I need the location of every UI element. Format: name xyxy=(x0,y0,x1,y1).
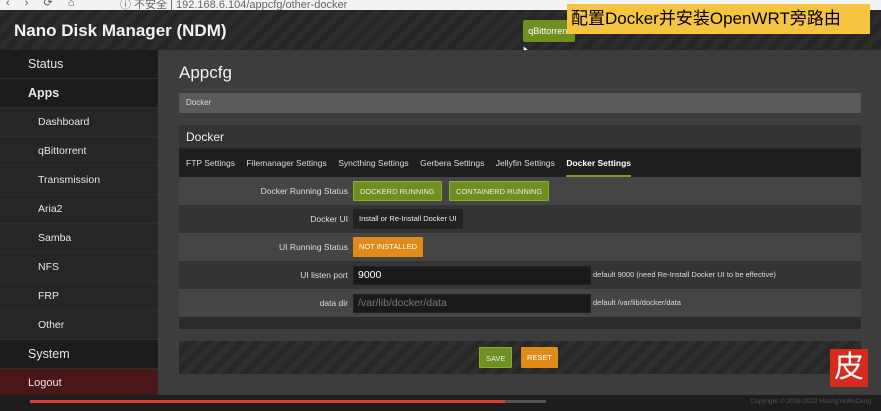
data-dir-label: data dir xyxy=(319,298,348,308)
reset-button[interactable]: RESET xyxy=(521,347,559,368)
sidebar-item-other[interactable]: Other xyxy=(0,311,158,340)
video-progress-bar[interactable] xyxy=(30,400,546,403)
docker-running-status-label: Docker Running Status xyxy=(260,186,348,196)
docker-running-status-row: Docker Running Status DOCKERD RUNNING CO… xyxy=(179,177,861,205)
tab-jellyfin-settings[interactable]: Jellyfin Settings xyxy=(496,149,555,177)
install-docker-ui-button[interactable]: Install or Re-Install Docker UI xyxy=(353,209,463,229)
docker-ui-row: Docker UI Install or Re-Install Docker U… xyxy=(179,205,861,233)
data-dir-input[interactable]: /var/lib/docker/data xyxy=(353,294,591,313)
sidebar-item-qbittorrent[interactable]: qBittorrent xyxy=(0,137,158,166)
sidebar-item-transmission[interactable]: Transmission xyxy=(0,166,158,195)
sidebar-item-aria2[interactable]: Aria2 xyxy=(0,195,158,224)
tab-ftp-settings[interactable]: FTP Settings xyxy=(186,149,235,177)
dockerd-status-badge: DOCKERD RUNNING xyxy=(353,181,442,201)
sidebar-item-nfs[interactable]: NFS xyxy=(0,253,158,282)
ui-status-badge: NOT INSTALLED xyxy=(353,237,424,257)
data-dir-row: data dir /var/lib/docker/data default /v… xyxy=(179,289,861,317)
sidebar-item-samba[interactable]: Samba xyxy=(0,224,158,253)
main-content: Appcfg Docker Docker FTP Settings Filema… xyxy=(158,50,881,395)
brand-title: Nano Disk Manager (NDM) xyxy=(14,21,227,40)
ui-running-status-row: UI Running Status NOT INSTALLED xyxy=(179,233,861,261)
video-caption-overlay: 配置Docker并安装OpenWRT旁路由 xyxy=(567,4,870,34)
sidebar: Status Apps Dashboard qBittorrent Transm… xyxy=(0,50,158,398)
panel-title: Docker xyxy=(179,125,861,149)
breadcrumb: Docker xyxy=(179,93,861,113)
footer: Copyright © 2018-2022 HuangYeWuCeng xyxy=(0,395,881,411)
page-title: Appcfg xyxy=(179,63,232,82)
docker-panel: Docker FTP Settings Filemanager Settings… xyxy=(179,125,861,329)
settings-tabs: FTP Settings Filemanager Settings Syncth… xyxy=(179,149,861,177)
ui-listen-port-row: UI listen port 9000 default 9000 (need R… xyxy=(179,261,861,289)
copyright-text: Copyright © 2018-2022 HuangYeWuCeng xyxy=(750,398,871,405)
tab-gerbera-settings[interactable]: Gerbera Settings xyxy=(420,149,484,177)
save-button[interactable]: SAVE xyxy=(479,347,513,368)
sidebar-item-dashboard[interactable]: Dashboard xyxy=(0,108,158,137)
docker-ui-label: Docker UI xyxy=(310,214,348,224)
ui-listen-port-note: default 9000 (need Re-Install Docker UI … xyxy=(593,270,776,279)
browser-nav-icons[interactable]: ‹ › ⟳ ⌂ xyxy=(6,0,80,9)
sidebar-item-logout[interactable]: Logout xyxy=(0,369,158,398)
sidebar-item-status[interactable]: Status xyxy=(0,50,158,79)
ui-running-status-label: UI Running Status xyxy=(279,242,348,252)
containerd-status-badge: CONTAINERD RUNNING xyxy=(449,181,550,201)
sidebar-item-frp[interactable]: FRP xyxy=(0,282,158,311)
tab-filemanager-settings[interactable]: Filemanager Settings xyxy=(246,149,326,177)
sidebar-item-system[interactable]: System xyxy=(0,340,158,369)
tab-syncthing-settings[interactable]: Syncthing Settings xyxy=(338,149,408,177)
channel-watermark-logo: 皮 xyxy=(830,349,868,387)
ui-listen-port-input[interactable]: 9000 xyxy=(353,266,591,285)
tab-docker-settings[interactable]: Docker Settings xyxy=(566,149,632,177)
video-progress-fill xyxy=(30,400,505,403)
data-dir-note: default /var/lib/docker/data xyxy=(593,298,681,307)
address-bar[interactable]: ⓘ 不安全 | 192.168.6.104/appcfg/other-docke… xyxy=(120,0,347,10)
sidebar-item-apps[interactable]: Apps xyxy=(0,79,158,108)
ui-listen-port-label: UI listen port xyxy=(300,270,348,280)
action-bar: SAVE RESET xyxy=(179,341,861,374)
